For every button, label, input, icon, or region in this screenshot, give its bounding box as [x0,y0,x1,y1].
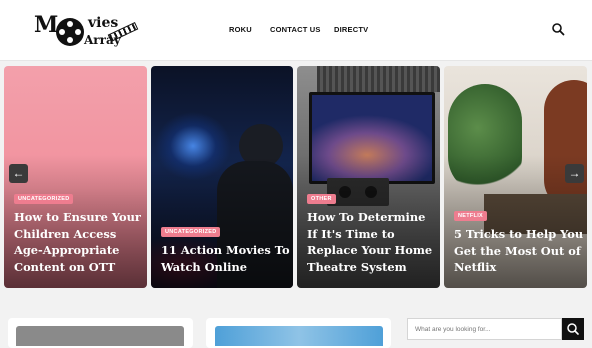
arrow-left-icon: ← [12,166,25,180]
slide-title[interactable]: 5 Tricks to Help You Get the Most Out of… [454,226,586,276]
film-reel-icon [56,18,84,46]
site-logo[interactable]: M vies Array [34,8,139,52]
post-thumbnail[interactable] [215,326,383,346]
post-thumbnail[interactable] [16,326,184,346]
post-widget [8,318,193,348]
category-badge[interactable]: UNCATEGORIZED [161,227,221,237]
slide-title[interactable]: How to Ensure Your Children Access Age-A… [14,209,146,275]
site-header: M vies Array ROKU CONTACT US DIRECTV [0,0,592,61]
slide-title[interactable]: How To Determine If It's Time to Replace… [307,209,439,275]
featured-slider: UNCATEGORIZED How to Ensure Your Childre… [0,66,592,288]
arrow-right-icon: → [568,166,581,180]
nav-item-contact-us[interactable]: CONTACT US [270,25,321,34]
nav-item-directv[interactable]: DIRECTV [334,25,368,34]
slider-prev-button[interactable]: ← [9,164,28,183]
acoustic-panel [317,66,440,92]
logo-text-array: Array [84,33,121,47]
slide-card[interactable]: UNCATEGORIZED 11 Action Movies To Watch … [151,66,293,288]
category-badge[interactable]: OTHER [307,194,336,204]
logo-letter-m: M [34,12,59,38]
category-badge[interactable]: UNCATEGORIZED [14,194,74,204]
category-badge[interactable]: NETFLIX [454,211,488,221]
search-icon[interactable] [551,22,565,36]
slider-next-button[interactable]: → [565,164,584,183]
slide-card[interactable]: OTHER How To Determine If It's Time to R… [297,66,440,288]
post-widget [206,318,391,348]
nav-item-roku[interactable]: ROKU [229,25,252,34]
logo-text-vies: vies [88,15,119,31]
slide-title[interactable]: 11 Action Movies To Watch Online [161,242,293,275]
